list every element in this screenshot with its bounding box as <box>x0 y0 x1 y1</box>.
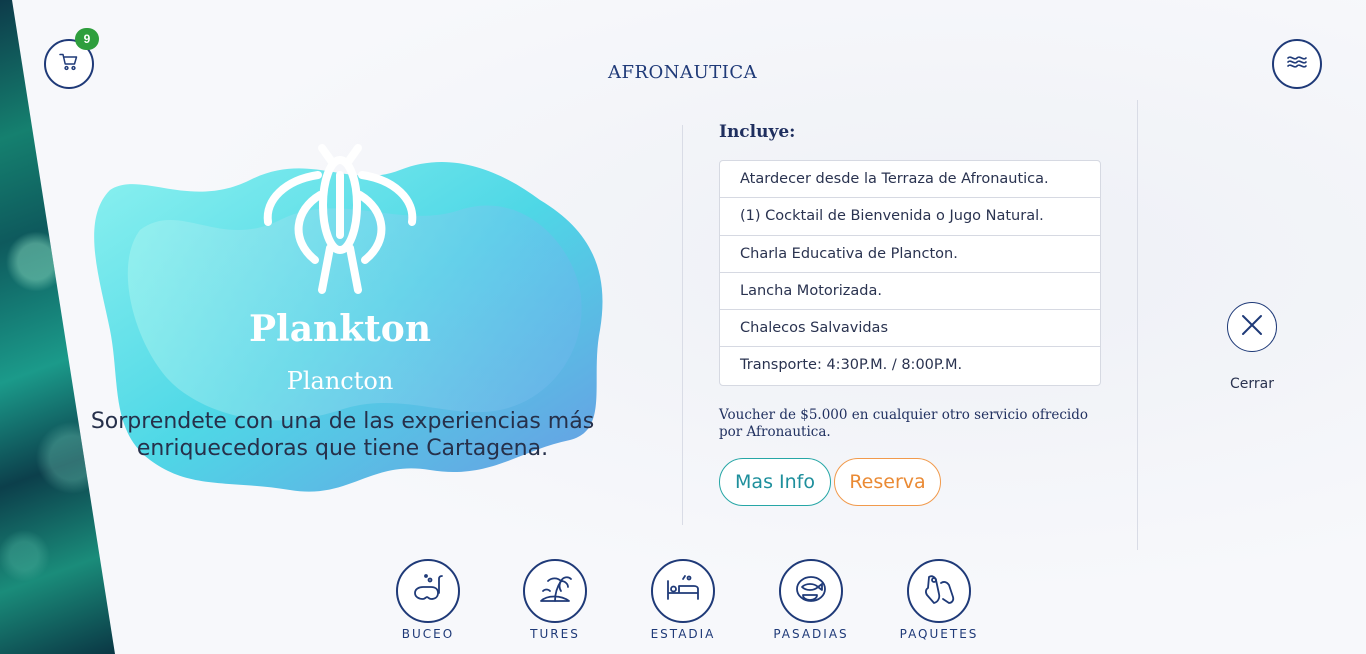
experience-description: Sorprendete con una de las experiencias … <box>90 409 595 461</box>
close-button[interactable] <box>1227 302 1277 352</box>
close-icon <box>1240 313 1264 342</box>
fins-icon <box>921 571 957 612</box>
experience-subtitle: Plancton <box>286 367 394 395</box>
cart-count-badge: 9 <box>75 28 99 50</box>
bed-icon <box>665 571 701 612</box>
nav-item-buceo[interactable]: BUCEO <box>373 559 483 641</box>
list-item: (1) Cocktail de Bienvenida o Jugo Natura… <box>720 198 1100 236</box>
reserve-button[interactable]: Reserva <box>834 458 941 506</box>
plankton-logo-icon <box>263 144 417 294</box>
close-label: Cerrar <box>1230 376 1274 392</box>
more-info-button[interactable]: Mas Info <box>719 458 831 506</box>
menu-waves-icon <box>1286 54 1308 75</box>
cart-icon <box>59 53 79 76</box>
nav-label-paquetes: PAQUETES <box>899 627 979 641</box>
list-item: Transporte: 4:30P.M. / 8:00P.M. <box>740 357 963 374</box>
afronautica-logo[interactable]: AFRONAUTICA <box>608 62 757 83</box>
nav-label-buceo: BUCEO <box>401 627 455 641</box>
menu-button[interactable] <box>1272 39 1322 89</box>
nav-label-tures: TURES <box>530 627 580 641</box>
list-item: Atardecer desde la Terraza de Afronautic… <box>720 161 1100 199</box>
includes-list: Atardecer desde la Terraza de Afronautic… <box>719 160 1101 386</box>
nav-item-pasadias[interactable]: PASADIAS <box>756 559 866 641</box>
palm-island-icon <box>537 571 573 612</box>
list-item: Lancha Motorizada. <box>720 273 1100 311</box>
divider-right <box>1137 100 1138 550</box>
voucher-text: Voucher de $5.000 en cualquier otro serv… <box>719 407 1089 440</box>
nav-item-paquetes[interactable]: PAQUETES <box>884 559 994 641</box>
list-item: Charla Educativa de Plancton. <box>720 236 1100 273</box>
nav-label-estadia: ESTADIA <box>650 627 716 641</box>
includes-heading: Incluye: <box>719 122 796 142</box>
list-item: Chalecos Salvavidas <box>720 310 1100 348</box>
diving-mask-icon <box>410 571 446 612</box>
experience-title: Plankton <box>248 308 431 350</box>
divider-left <box>682 125 683 525</box>
nav-item-tures[interactable]: TURES <box>500 559 610 641</box>
fish-icon <box>793 571 829 612</box>
nav-item-estadia[interactable]: ESTADIA <box>628 559 738 641</box>
nav-label-pasadias: PASADIAS <box>773 627 849 641</box>
